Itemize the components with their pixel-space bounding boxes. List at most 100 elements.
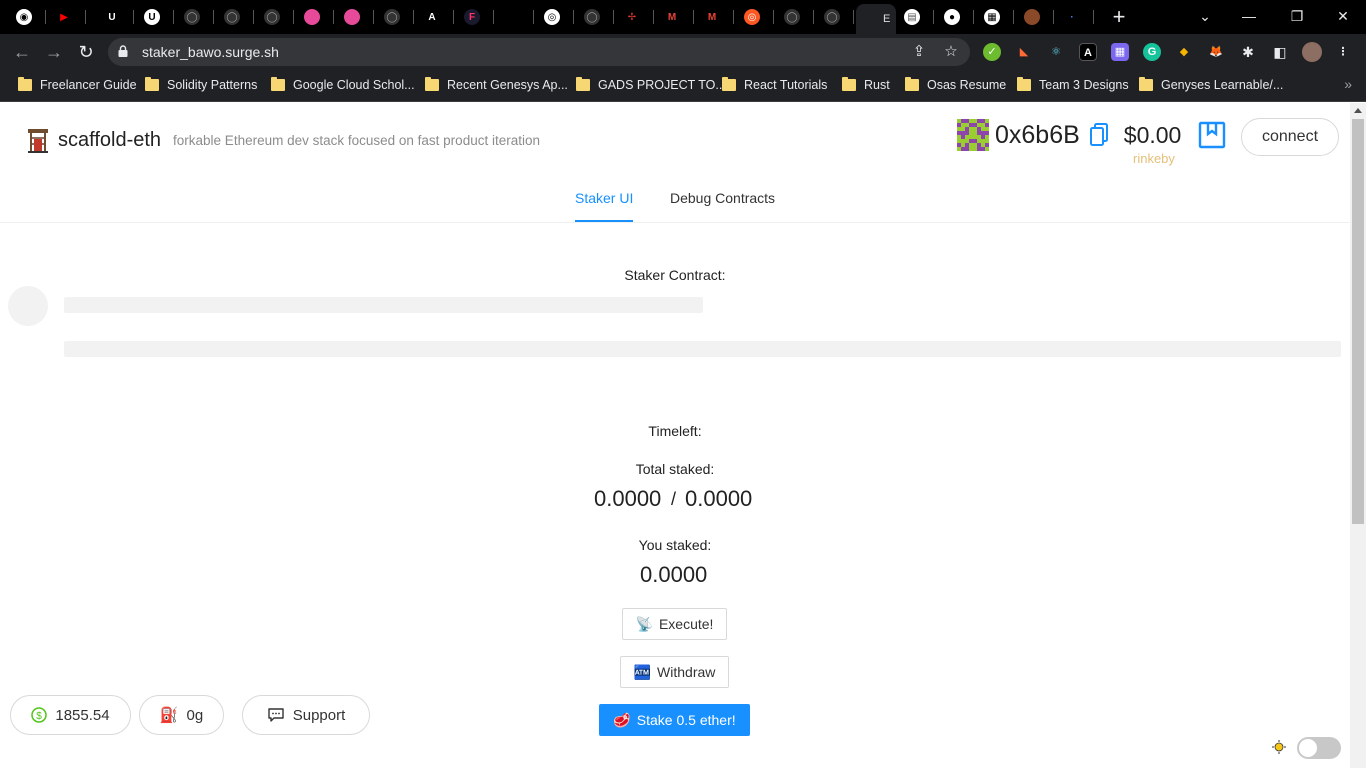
tab-favicon-icon: ✢ — [624, 9, 640, 25]
extension-a-icon[interactable]: A — [1079, 43, 1097, 61]
browser-tab[interactable]: ◯ — [176, 4, 214, 30]
bookmark-item[interactable]: React Tutorials — [722, 70, 827, 100]
forward-arrow-icon[interactable]: → — [43, 41, 65, 63]
tab-separator — [493, 10, 494, 24]
share-icon[interactable]: ⇪ — [910, 43, 928, 61]
address-bar[interactable]: staker_bawo.surge.sh ⇪ ☆ — [108, 38, 970, 66]
tab-separator — [293, 10, 294, 24]
browser-tab[interactable]: ▶ — [48, 4, 86, 30]
browser-tab[interactable]: ◯ — [256, 4, 294, 30]
scaffold-logo-icon — [28, 129, 48, 153]
bookmark-item[interactable]: Google Cloud Schol... — [271, 70, 415, 100]
you-staked-value: 0.0000 — [640, 562, 708, 587]
url-text: staker_bawo.surge.sh — [142, 44, 279, 60]
bookmark-item[interactable]: GADS PROJECT TO... — [576, 70, 726, 100]
extension-color-icon[interactable]: ◆ — [1175, 43, 1193, 61]
browser-tab[interactable]: ◯ — [776, 4, 814, 30]
browser-tab[interactable]: ◯ — [576, 4, 614, 30]
tab-separator — [373, 10, 374, 24]
tab-staker-ui[interactable]: Staker UI — [575, 190, 634, 222]
connect-button[interactable]: connect — [1241, 118, 1339, 156]
extension-green-icon[interactable]: ✓ — [983, 43, 1001, 61]
bookmarks-overflow-icon[interactable]: » — [1344, 76, 1352, 92]
browser-tab[interactable]: ✢ — [616, 4, 654, 30]
profile-avatar[interactable] — [1302, 42, 1322, 62]
tab-favicon-icon: U — [144, 9, 160, 25]
bookmark-label: Rust — [864, 78, 890, 92]
stake-button-label: Stake 0.5 ether! — [636, 712, 736, 728]
browser-tab[interactable]: ◯ — [376, 4, 414, 30]
bookmark-item[interactable]: Solidity Patterns — [145, 70, 257, 100]
account-address[interactable]: 0x6b6B — [995, 121, 1080, 150]
browser-tab[interactable]: M — [656, 4, 694, 30]
reload-icon[interactable]: ↻ — [75, 41, 97, 63]
scrollbar-thumb[interactable] — [1352, 119, 1364, 524]
react-devtools-icon[interactable]: ⚛ — [1047, 43, 1065, 61]
browser-menu-icon[interactable]: ⋮ — [1334, 43, 1352, 61]
extension-purple-icon[interactable]: ▦ — [1111, 43, 1129, 61]
browser-tab[interactable]: M — [696, 4, 734, 30]
bookmark-item[interactable]: Osas Resume — [905, 70, 1006, 100]
browser-tab[interactable] — [336, 4, 374, 30]
scroll-up-arrow-icon[interactable] — [1354, 108, 1362, 113]
metamask-fox-icon[interactable]: 🦊 — [1207, 43, 1225, 61]
browser-tab[interactable]: ◯ — [216, 4, 254, 30]
bookmark-item[interactable]: Genyses Learnable/... — [1139, 70, 1283, 100]
theme-toggle-switch[interactable] — [1297, 737, 1341, 759]
extension-orange-icon[interactable]: ◣ — [1015, 43, 1033, 61]
bookmark-item[interactable]: Rust — [842, 70, 890, 100]
browser-tab[interactable] — [1016, 4, 1054, 30]
browser-tab[interactable]: ▤ — [896, 4, 934, 30]
maximize-button[interactable]: ❐ — [1286, 6, 1308, 26]
grammarly-icon[interactable]: G — [1143, 43, 1161, 61]
tab-separator — [1093, 10, 1094, 24]
browser-tab[interactable]: ◯ — [816, 4, 854, 30]
bookmarks-bar: » Freelancer Guide Solidity Patterns Googl… — [0, 70, 1366, 102]
account-info: 0x6b6B $0.00 — [957, 115, 1181, 155]
stake-button[interactable]: 🥩 Stake 0.5 ether! — [599, 704, 750, 736]
extensions-puzzle-icon[interactable]: ✱ — [1239, 43, 1257, 61]
browser-tab[interactable]: ◎ — [736, 4, 774, 30]
new-tab-button[interactable]: + — [1108, 6, 1130, 28]
support-button[interactable]: Support — [242, 695, 370, 735]
eth-price-pill[interactable]: $ 1855.54 — [10, 695, 131, 735]
app-page: scaffold-eth forkable Ethereum dev stack… — [0, 103, 1350, 768]
tab-separator — [173, 10, 174, 24]
execute-button[interactable]: 📡 Execute! — [622, 608, 727, 640]
skeleton-paragraph-bar — [64, 341, 1341, 357]
browser-tab[interactable]: A — [416, 4, 454, 30]
tab-search-icon[interactable]: ⌄ — [1194, 6, 1216, 26]
close-window-button[interactable]: ✕ — [1332, 6, 1354, 26]
app-header-brand[interactable]: scaffold-eth forkable Ethereum dev stack… — [26, 127, 540, 153]
copy-icon[interactable] — [1089, 123, 1108, 147]
bookmark-item[interactable]: Freelancer Guide — [18, 70, 137, 100]
browser-tab[interactable]: F — [456, 4, 494, 30]
bookmark-star-icon[interactable]: ☆ — [942, 43, 960, 61]
browser-tab[interactable]: U — [136, 4, 174, 30]
page-scrollbar[interactable] — [1350, 103, 1366, 768]
skeleton-title-bar — [64, 297, 703, 313]
browser-tab[interactable]: U — [96, 4, 134, 30]
browser-tab[interactable]: ▦ — [976, 4, 1014, 30]
minimize-button[interactable]: — — [1238, 6, 1260, 26]
tab-favicon-icon: ◉ — [16, 9, 32, 25]
browser-tab[interactable]: · — [1056, 4, 1094, 30]
wallet-icon[interactable] — [1198, 121, 1226, 149]
tab-separator — [253, 10, 254, 24]
tab-separator — [1053, 10, 1054, 24]
main-nav-menu: Staker UI Debug Contracts — [0, 187, 1350, 223]
withdraw-button[interactable]: 🏧 Withdraw — [620, 656, 729, 688]
browser-tab[interactable]: ● — [936, 4, 974, 30]
you-staked-label: You staked: — [638, 537, 712, 553]
browser-tab[interactable]: ◉ — [8, 4, 46, 30]
side-panel-icon[interactable]: ◧ — [1271, 43, 1289, 61]
tab-debug-contracts[interactable]: Debug Contracts — [670, 190, 775, 222]
browser-tab[interactable] — [296, 4, 334, 30]
browser-tab[interactable] — [496, 4, 534, 30]
bookmark-item[interactable]: Team 3 Designs — [1017, 70, 1129, 100]
back-arrow-icon[interactable]: ← — [11, 41, 33, 63]
browser-tab[interactable]: ◎ — [536, 4, 574, 30]
bookmark-item[interactable]: Recent Genesys Ap... — [425, 70, 568, 100]
gas-price-pill[interactable]: ⛽ 0g — [139, 695, 224, 735]
browser-tab[interactable]: E✕ — [856, 4, 896, 34]
